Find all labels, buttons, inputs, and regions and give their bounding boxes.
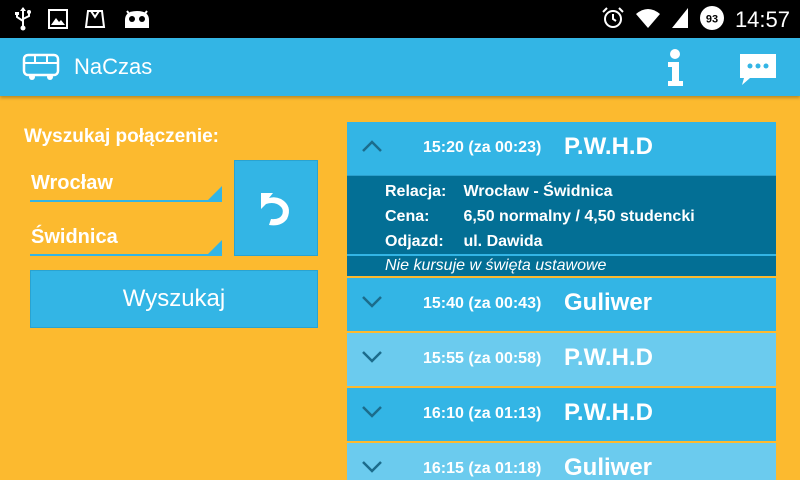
departure-time: 15:20 (za 00:23) <box>423 139 542 156</box>
carrier-name: P.W.H.D <box>564 133 653 160</box>
from-station-value: Wrocław <box>31 172 113 194</box>
relation-value: Wrocław - Świdnica <box>463 183 613 200</box>
clock: 14:57 <box>734 7 790 32</box>
chevron-down-icon[interactable] <box>361 459 383 478</box>
departure-note: Nie kursuje w święta ustawowe <box>385 257 607 274</box>
battery-level: 93 <box>706 14 718 26</box>
swap-stations-button[interactable] <box>234 160 318 256</box>
details-divider <box>347 254 776 256</box>
departure-time: 15:40 (za 00:43) <box>423 295 542 312</box>
message-button[interactable] <box>738 52 778 86</box>
info-button[interactable] <box>660 48 690 88</box>
carrier-name: Guliwer <box>564 454 653 480</box>
departure-row-expanded[interactable]: 15:20 (za 00:23) P.W.H.D <box>347 122 776 175</box>
signal-icon <box>671 7 689 33</box>
swap-arrow-icon <box>261 193 289 226</box>
departure-row[interactable]: 15:40 (za 00:43) Guliwer <box>347 278 776 331</box>
message-icon <box>738 54 778 90</box>
android-icon <box>122 8 152 34</box>
dropdown-triangle-icon <box>208 186 222 200</box>
departure-time: 16:10 (za 01:13) <box>423 405 542 422</box>
relation-line: Relacja: Wrocław - Świdnica <box>385 183 613 201</box>
departure-details: Relacja: Wrocław - Świdnica Cena: 6,50 n… <box>347 175 776 276</box>
departure-row[interactable]: 16:15 (za 01:18) Guliwer <box>347 443 776 480</box>
price-label: Cena: <box>385 208 430 225</box>
battery-icon: 93 <box>699 5 725 35</box>
carrier-name: P.W.H.D <box>564 399 653 426</box>
store-bag-icon <box>84 9 106 33</box>
departure-time: 16:15 (za 01:18) <box>423 460 542 477</box>
chevron-down-icon[interactable] <box>361 349 383 368</box>
search-title: Wyszukaj połączenie: <box>24 126 219 147</box>
price-value: 6,50 normalny / 4,50 studencki <box>463 208 695 225</box>
departure-stop-label: Odjazd: <box>385 233 444 250</box>
info-icon <box>660 49 690 92</box>
spinner-underline <box>30 200 222 202</box>
price-line: Cena: 6,50 normalny / 4,50 studencki <box>385 208 695 226</box>
action-bar: NaCzas <box>0 38 800 96</box>
departure-stop-value: ul. Dawida <box>463 233 543 250</box>
alarm-icon <box>601 6 625 34</box>
to-station-spinner[interactable]: Świdnica <box>30 226 222 256</box>
dropdown-triangle-icon <box>208 240 222 254</box>
wifi-icon <box>635 7 661 33</box>
relation-label: Relacja: <box>385 183 447 200</box>
chevron-up-icon[interactable] <box>361 138 383 157</box>
departure-stop-line: Odjazd: ul. Dawida <box>385 233 543 251</box>
app-title: NaCzas <box>74 54 153 79</box>
carrier-name: P.W.H.D <box>564 344 653 371</box>
status-bar: 93 14:57 <box>0 0 800 38</box>
departures-list[interactable]: 15:20 (za 00:23) P.W.H.D Relacja: Wrocła… <box>347 122 776 480</box>
from-station-spinner[interactable]: Wrocław <box>30 172 222 202</box>
carrier-name: Guliwer <box>564 289 653 316</box>
spinner-underline <box>30 254 222 256</box>
departure-row[interactable]: 15:55 (za 00:58) P.W.H.D <box>347 333 776 386</box>
search-button[interactable]: Wyszukaj <box>30 270 318 328</box>
usb-icon <box>14 7 32 35</box>
chevron-down-icon[interactable] <box>361 294 383 313</box>
to-station-value: Świdnica <box>31 226 118 248</box>
image-icon <box>48 9 68 33</box>
chevron-down-icon[interactable] <box>361 404 383 423</box>
bus-icon[interactable] <box>22 53 60 85</box>
departure-time: 15:55 (za 00:58) <box>423 350 542 367</box>
departure-row[interactable]: 16:10 (za 01:13) P.W.H.D <box>347 388 776 441</box>
